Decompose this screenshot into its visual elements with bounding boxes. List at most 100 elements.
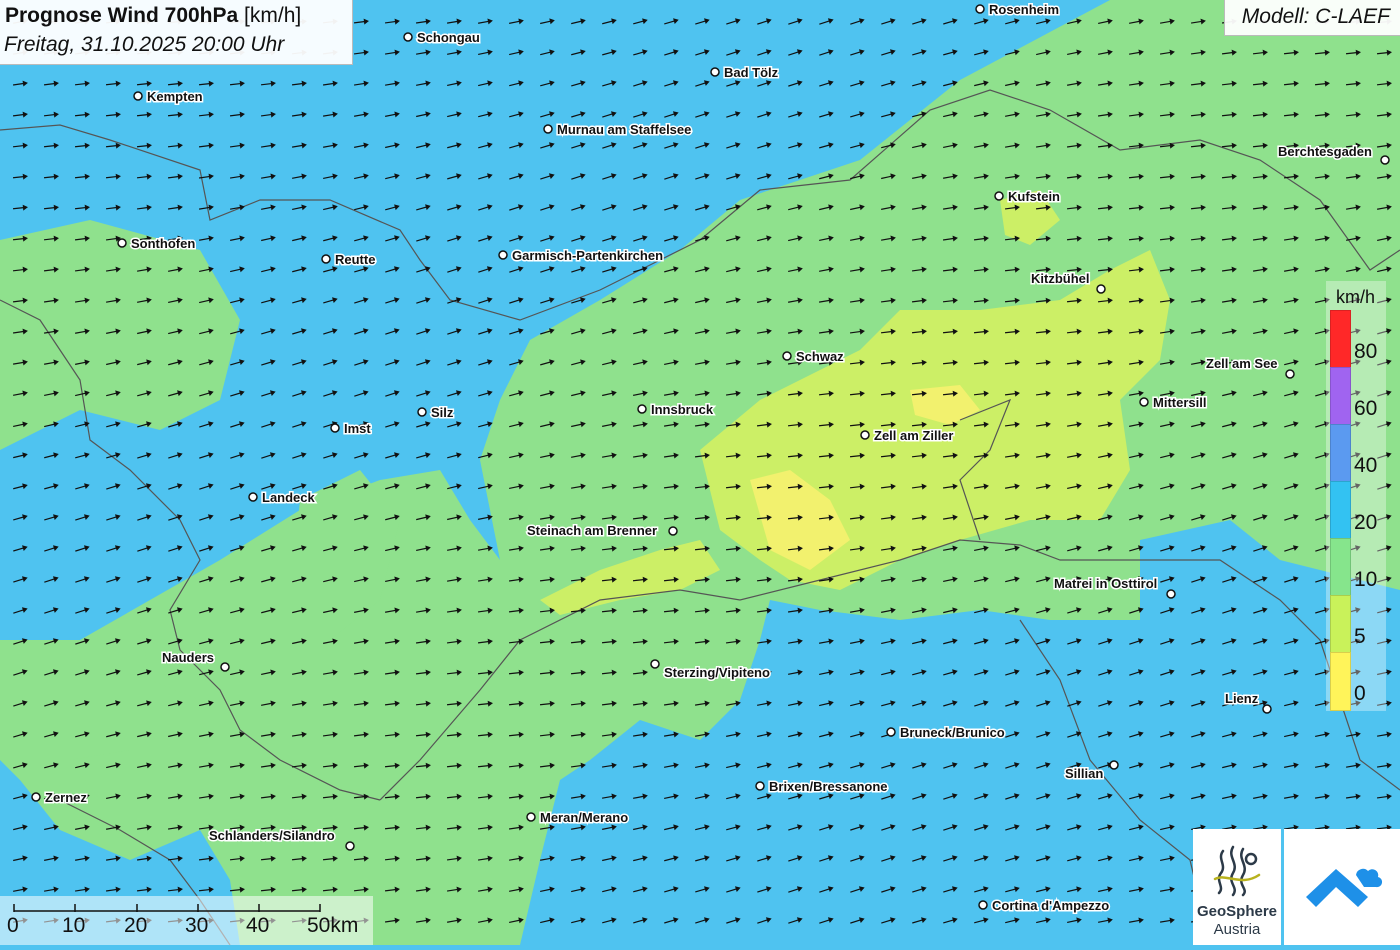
legend-label-20: 20 — [1354, 511, 1378, 534]
geosphere-emblem-icon — [1213, 845, 1261, 897]
city-label: Sterzing/Vipiteno — [664, 665, 770, 680]
city-label: Zell am See — [1206, 356, 1278, 371]
wind-map[interactable]: Rosenheim Schongau Bad Tölz Kempten Murnau a… — [0, 0, 1400, 945]
city-label: Brixen/Bressanone — [769, 779, 888, 794]
city-marker-icon — [1096, 284, 1106, 294]
city-label: Bruneck/Brunico — [900, 725, 1005, 740]
city-marker-icon — [31, 792, 41, 802]
city-label: Murnau am Staffelsee — [557, 122, 691, 137]
cloud-chevron-icon — [1306, 868, 1383, 907]
city-marker-icon — [321, 254, 331, 264]
city-marker-icon — [1166, 589, 1176, 599]
city-label: Kufstein — [1008, 189, 1060, 204]
city-marker-icon — [248, 492, 258, 502]
city-marker-icon — [1262, 704, 1272, 714]
city-marker-icon — [755, 781, 765, 791]
city-label: Meran/Merano — [540, 810, 628, 825]
scale-label-20: 20 — [124, 914, 148, 937]
city-marker-icon — [710, 67, 720, 77]
city-meran-merano[interactable]: Meran/Merano — [526, 809, 630, 827]
legend-swatch-80 — [1330, 310, 1351, 369]
map-title: Prognose Wind 700hPa [km/h] — [5, 4, 301, 28]
city-label: Imst — [344, 421, 371, 436]
city-rosenheim[interactable]: Rosenheim — [975, 1, 1061, 19]
city-marker-icon — [637, 404, 647, 414]
city-marker-icon — [498, 250, 508, 260]
map-title-unit: [km/h] — [244, 4, 302, 27]
city-label: Steinach am Brenner — [527, 523, 657, 538]
city-label: Schwaz — [796, 349, 844, 364]
city-marker-icon — [668, 526, 678, 536]
legend-swatch-20 — [1330, 481, 1351, 540]
city-cortina-d-ampezzo[interactable]: Cortina d'Ampezzo — [978, 897, 1111, 915]
city-label: Innsbruck — [651, 402, 714, 417]
city-label: Bad Tölz — [724, 65, 779, 80]
city-marker-icon — [220, 662, 230, 672]
legend-swatch-10 — [1330, 538, 1351, 597]
city-label: Cortina d'Ampezzo — [992, 898, 1109, 913]
legend-label-40: 40 — [1354, 454, 1378, 477]
legend-label-10: 10 — [1354, 568, 1378, 591]
legend-label-0: 0 — [1354, 682, 1366, 705]
city-marker-icon — [978, 900, 988, 910]
city-label: Berchtesgaden — [1278, 144, 1372, 159]
map-title-box: Prognose Wind 700hPa [km/h] Freitag, 31.… — [0, 0, 353, 65]
city-marker-icon — [994, 191, 1004, 201]
city-label: Landeck — [262, 490, 316, 505]
legend-swatch-60 — [1330, 367, 1351, 426]
city-label: Garmisch-Partenkirchen — [512, 248, 663, 263]
city-label: Nauders — [162, 650, 214, 665]
city-marker-icon — [403, 32, 413, 42]
city-marker-icon — [975, 4, 985, 14]
city-brixen-bressanone[interactable]: Brixen/Bressanone — [755, 778, 889, 796]
city-marker-icon — [1380, 155, 1390, 165]
city-marker-icon — [330, 423, 340, 433]
city-zell-am-ziller[interactable]: Zell am Ziller — [860, 427, 955, 445]
city-label: Sillian — [1065, 766, 1103, 781]
legend-swatch-0 — [1330, 652, 1351, 711]
city-garmisch-partenkirchen[interactable]: Garmisch-Partenkirchen — [498, 247, 665, 265]
legend-label-60: 60 — [1354, 397, 1378, 420]
city-label: Reutte — [335, 252, 375, 267]
map-title-main: Prognose Wind 700hPa — [5, 4, 239, 27]
city-marker-icon — [1139, 397, 1149, 407]
city-label: Rosenheim — [989, 2, 1059, 17]
city-steinach-am-brenner[interactable]: Steinach am Brenner — [526, 522, 678, 540]
city-label: Mittersill — [1153, 395, 1206, 410]
scale-label-40: 40 — [246, 914, 270, 937]
color-legend: km/h 80 60 40 20 10 5 0 — [1326, 281, 1386, 711]
legend-label-5: 5 — [1354, 625, 1366, 648]
model-box: Modell: C-LAEF — [1224, 0, 1400, 36]
city-bruneck-brunico[interactable]: Bruneck/Brunico — [886, 724, 1006, 742]
city-marker-icon — [886, 727, 896, 737]
city-marker-icon — [543, 124, 553, 134]
city-label: Silz — [431, 405, 454, 420]
model-label: Modell: C-LAEF — [1241, 5, 1390, 28]
city-marker-icon — [1285, 369, 1295, 379]
geosphere-logo[interactable]: GeoSphere Austria — [1193, 829, 1281, 945]
city-murnau-am-staffelsee[interactable]: Murnau am Staffelsee — [543, 121, 693, 139]
legend-swatch-5 — [1330, 595, 1351, 654]
city-label: Lienz — [1225, 691, 1259, 706]
city-marker-icon — [345, 841, 355, 851]
scale-label-0: 0 — [7, 914, 19, 937]
legend-unit: km/h — [1336, 287, 1376, 307]
city-label: Schongau — [417, 30, 480, 45]
city-marker-icon — [860, 430, 870, 440]
city-marker-icon — [133, 91, 143, 101]
city-marker-icon — [650, 659, 660, 669]
city-label: Kitzbühel — [1031, 271, 1090, 286]
scale-label-50km: 50km — [307, 914, 359, 937]
legend-label-80: 80 — [1354, 340, 1378, 363]
scale-label-30: 30 — [185, 914, 209, 937]
city-marker-icon — [526, 812, 536, 822]
weather-app-logo[interactable] — [1284, 829, 1400, 945]
city-label: Matrei in Osttirol — [1054, 576, 1157, 591]
city-marker-icon — [1109, 760, 1119, 770]
city-label: Schlanders/Silandro — [209, 828, 335, 843]
legend-swatch-40 — [1330, 424, 1351, 483]
city-marker-icon — [782, 351, 792, 361]
city-marker-icon — [117, 238, 127, 248]
logo-text-austria: Austria — [1213, 921, 1261, 938]
city-label: Zernez — [45, 790, 87, 805]
